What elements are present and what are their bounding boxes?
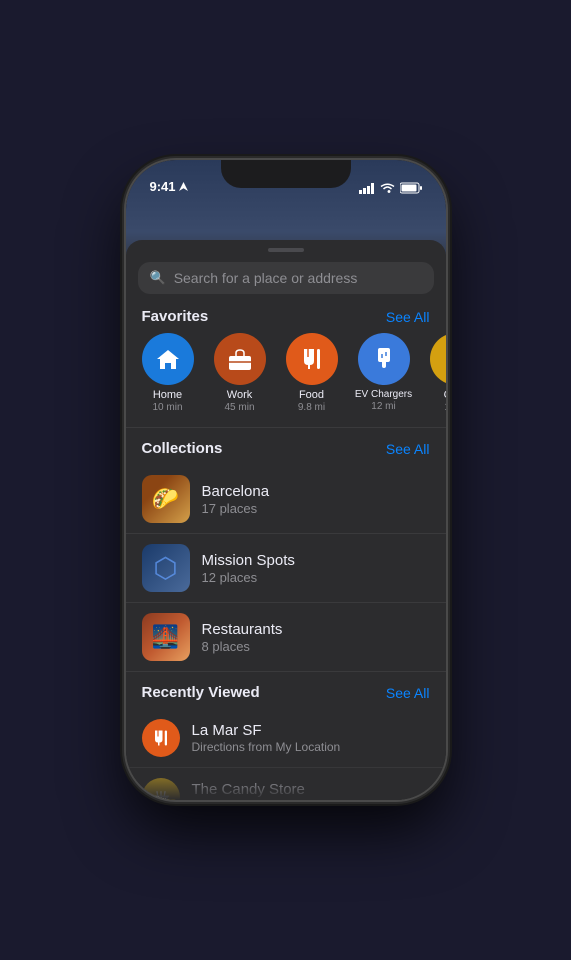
favorite-ev[interactable]: EV Chargers 12 mi <box>354 333 414 413</box>
collection-mission-name: Mission Spots <box>202 552 295 569</box>
divider-2 <box>126 671 446 672</box>
fade-mask <box>126 760 446 800</box>
wifi-icon <box>380 183 395 194</box>
collection-barcelona-thumb <box>142 475 190 523</box>
scroll-content: Favorites See All Home 10 min <box>126 306 446 800</box>
recent-lamar-sub: Directions from My Location <box>192 740 341 754</box>
collection-restaurants-thumb <box>142 613 190 661</box>
favorite-work-icon <box>214 333 266 385</box>
favorite-grocery-sub: 13 m <box>444 402 445 413</box>
favorite-work[interactable]: Work 45 min <box>210 333 270 413</box>
collection-mission[interactable]: Mission Spots 12 places <box>126 534 446 603</box>
recent-lamar-name: La Mar SF <box>192 722 341 739</box>
favorite-work-sub: 45 min <box>224 402 254 413</box>
collections-title: Collections <box>142 440 223 457</box>
collection-barcelona[interactable]: Barcelona 17 places <box>126 465 446 534</box>
collection-restaurants-name: Restaurants <box>202 621 283 638</box>
favorite-work-label: Work <box>227 389 252 401</box>
recently-viewed-header: Recently Viewed See All <box>126 682 446 709</box>
home-icon <box>155 347 181 371</box>
ev-icon <box>373 346 395 372</box>
collections-see-all[interactable]: See All <box>386 441 430 457</box>
favorite-food-icon <box>286 333 338 385</box>
food-icon <box>301 347 323 371</box>
status-time: 9:41 <box>150 179 188 194</box>
sheet-handle <box>268 248 304 252</box>
battery-icon <box>400 182 422 194</box>
search-placeholder: Search for a place or address <box>174 270 358 286</box>
collection-restaurants-places: 8 places <box>202 639 283 654</box>
signal-icon <box>359 183 375 194</box>
collection-barcelona-name: Barcelona <box>202 483 270 500</box>
recent-lamar-icon <box>142 719 180 757</box>
favorite-home[interactable]: Home 10 min <box>138 333 198 413</box>
favorite-grocery-icon <box>430 333 446 385</box>
favorite-home-label: Home <box>153 389 182 401</box>
favorite-ev-icon <box>358 333 410 385</box>
search-icon: 🔍 <box>150 270 166 286</box>
location-arrow-icon <box>179 182 188 191</box>
recently-viewed-title: Recently Viewed <box>142 684 260 701</box>
status-icons <box>359 182 422 194</box>
favorite-food-label: Food <box>299 389 324 401</box>
grocery-icon <box>444 348 446 370</box>
divider-1 <box>126 427 446 428</box>
favorite-food[interactable]: Food 9.8 mi <box>282 333 342 413</box>
collection-mission-thumb <box>142 544 190 592</box>
collection-mission-places: 12 places <box>202 570 295 585</box>
collections-header: Collections See All <box>126 438 446 465</box>
collection-barcelona-places: 17 places <box>202 501 270 516</box>
favorite-grocery-label: Groc <box>444 389 446 401</box>
phone-screen: 9:41 <box>126 160 446 800</box>
phone-frame: 9:41 <box>126 160 446 800</box>
favorites-title: Favorites <box>142 308 209 325</box>
collection-restaurants[interactable]: Restaurants 8 places <box>126 603 446 671</box>
favorite-home-sub: 10 min <box>152 402 182 413</box>
food-recent-icon <box>152 729 170 747</box>
work-icon <box>228 348 252 370</box>
notch <box>221 160 351 188</box>
favorite-grocery[interactable]: Groc 13 m <box>426 333 446 413</box>
favorite-home-icon <box>142 333 194 385</box>
collection-restaurants-info: Restaurants 8 places <box>202 621 283 654</box>
bottom-sheet: 🔍 Search for a place or address Favorite… <box>126 240 446 800</box>
favorites-header: Favorites See All <box>126 306 446 333</box>
search-bar[interactable]: 🔍 Search for a place or address <box>138 262 434 294</box>
favorite-ev-label: EV Chargers <box>355 389 412 400</box>
recent-lamar-info: La Mar SF Directions from My Location <box>192 722 341 754</box>
collection-mission-info: Mission Spots 12 places <box>202 552 295 585</box>
favorites-list: Home 10 min Work 45 min <box>126 333 446 427</box>
collection-barcelona-info: Barcelona 17 places <box>202 483 270 516</box>
favorite-food-sub: 9.8 mi <box>298 402 325 413</box>
favorite-ev-sub: 12 mi <box>371 401 395 412</box>
favorites-see-all[interactable]: See All <box>386 309 430 325</box>
recently-viewed-see-all[interactable]: See All <box>386 685 430 701</box>
